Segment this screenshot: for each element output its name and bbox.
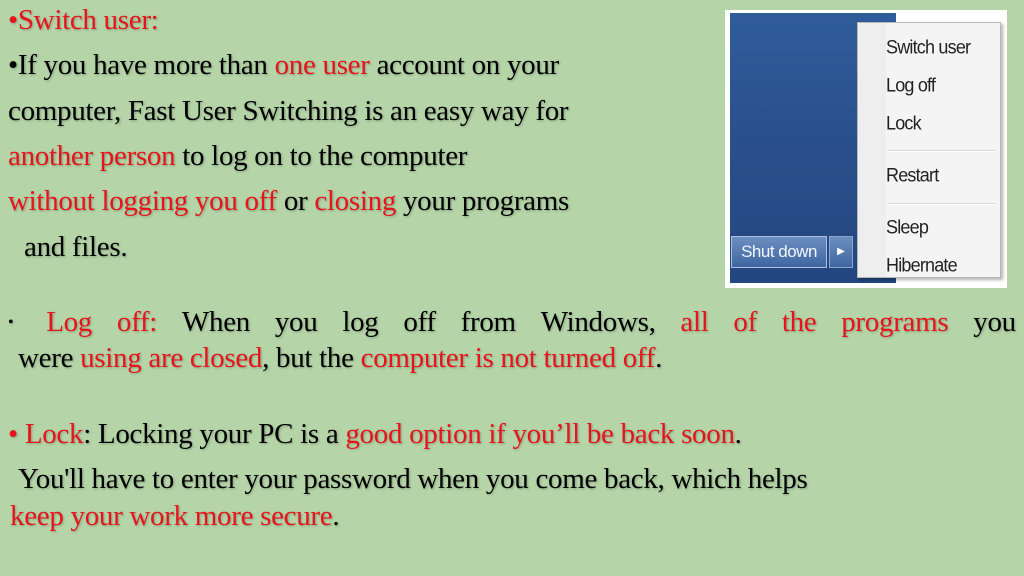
- word: programs: [841, 306, 949, 338]
- word: all: [680, 306, 709, 338]
- bullet: •: [8, 418, 25, 450]
- text: your programs: [396, 185, 570, 217]
- menu-separator: [888, 203, 996, 205]
- text: , but the: [262, 342, 361, 374]
- text: were: [18, 342, 81, 374]
- log-off-line-2: were using are closed, but the computer …: [18, 336, 662, 381]
- lock-line-1: • Lock: Locking your PC is a good option…: [8, 412, 742, 457]
- highlight: using are closed: [80, 342, 263, 374]
- shut-down-button[interactable]: Shut down: [731, 236, 827, 268]
- text: to log on to the computer: [175, 140, 468, 172]
- text: .: [332, 500, 340, 532]
- highlight: Lock: [24, 418, 84, 450]
- switch-user-line-1: •If you have more than one user account …: [8, 43, 559, 88]
- menu-item-sleep[interactable]: Sleep: [886, 216, 929, 239]
- text: account on your: [369, 49, 560, 81]
- text: •If you have more than: [8, 49, 275, 81]
- highlight: good option if you’ll be back soon: [345, 418, 735, 450]
- text: .: [655, 342, 663, 374]
- highlight: computer is not turned off: [360, 342, 656, 374]
- highlight: closing: [314, 185, 397, 217]
- highlight: one user: [274, 49, 370, 81]
- lock-line-3: keep your work more secure.: [10, 494, 340, 539]
- shutdown-options-arrow-icon[interactable]: ▶: [829, 236, 853, 268]
- switch-user-line-5: and files.: [24, 231, 128, 263]
- highlight: without logging you off: [8, 185, 277, 217]
- text: .: [734, 418, 742, 450]
- text: : Locking your PC is a: [83, 418, 346, 450]
- menu-icon-strip: [858, 23, 886, 277]
- switch-user-line-2: computer, Fast User Switching is an easy…: [8, 95, 569, 127]
- menu-item-restart[interactable]: Restart: [886, 164, 939, 187]
- highlight: another person: [8, 140, 176, 172]
- word: the: [781, 306, 817, 338]
- switch-user-line-4: without logging you off or closing your …: [8, 179, 569, 224]
- menu-separator: [888, 150, 996, 152]
- switch-user-heading: •Switch user:: [8, 4, 159, 36]
- highlight: keep your work more secure: [10, 500, 333, 532]
- menu-item-switch-user[interactable]: Switch user: [886, 36, 971, 59]
- shutdown-options-menu: Switch user Log off Lock Restart Sleep H…: [857, 22, 1001, 278]
- shutdown-menu-screenshot: Shut down ▶ Switch user Log off Lock Res…: [725, 10, 1007, 288]
- word: of: [733, 306, 757, 338]
- menu-item-log-off[interactable]: Log off: [886, 74, 936, 97]
- text: or: [276, 185, 315, 217]
- bullet: •: [8, 314, 14, 331]
- word: you: [973, 306, 1016, 338]
- menu-item-hibernate[interactable]: Hibernate: [886, 254, 958, 277]
- switch-user-line-3: another person to log on to the computer: [8, 134, 467, 179]
- menu-item-lock[interactable]: Lock: [886, 112, 922, 135]
